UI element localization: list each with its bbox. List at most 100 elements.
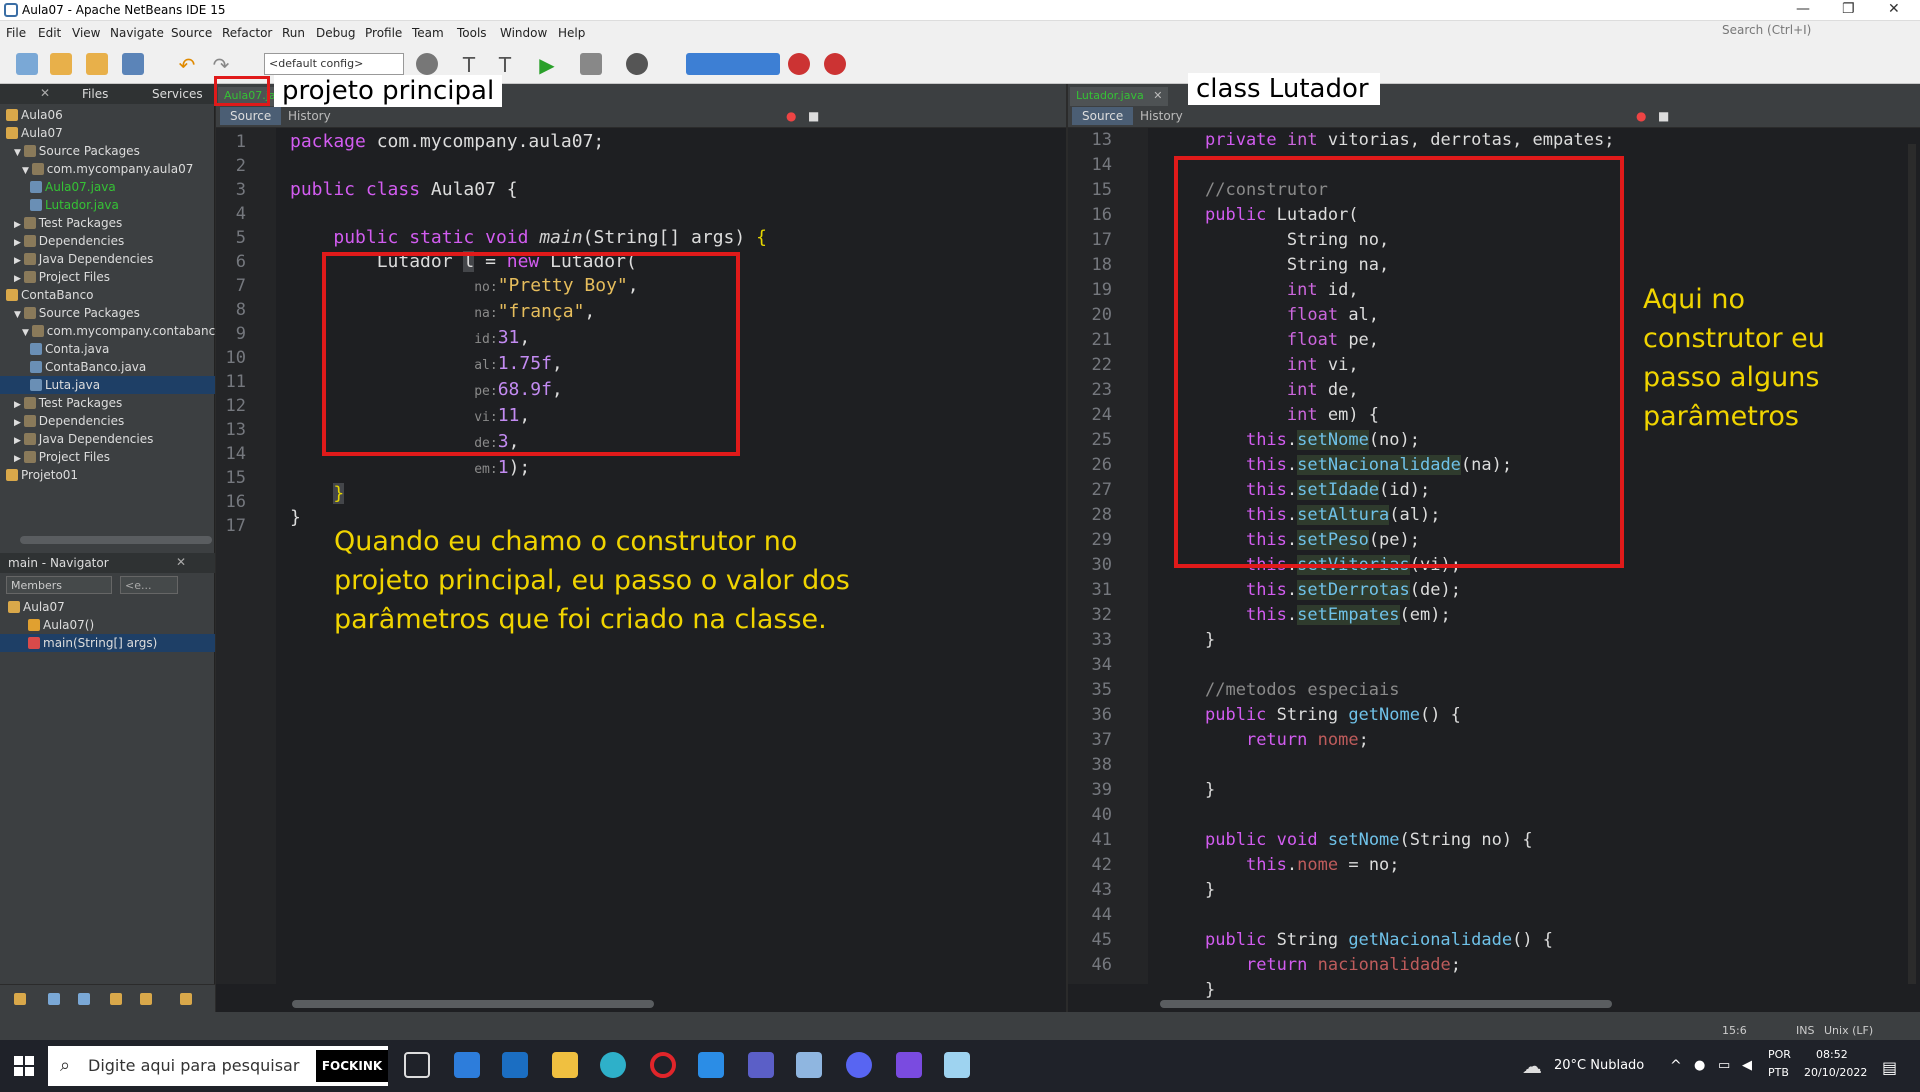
tree-item[interactable]: Aula07.java xyxy=(0,178,215,196)
edge-icon[interactable] xyxy=(600,1052,626,1078)
menu-navigate[interactable]: Navigate xyxy=(110,26,164,40)
netbeans-taskbar-icon[interactable] xyxy=(796,1052,822,1078)
expand-arrow-icon[interactable]: ▶ xyxy=(14,220,24,230)
store-icon[interactable] xyxy=(454,1052,480,1078)
tree-item[interactable]: ContaBanco xyxy=(0,286,215,304)
menu-source[interactable]: Source xyxy=(171,26,212,40)
static-icon[interactable] xyxy=(78,993,90,1005)
build-icon[interactable]: T xyxy=(458,53,480,77)
tree-item[interactable]: ▼ Source Packages xyxy=(0,304,215,322)
config-select[interactable]: <default config> xyxy=(264,53,404,75)
mic-icon[interactable]: ● xyxy=(1694,1058,1705,1073)
navigator-item[interactable]: Aula07() xyxy=(0,616,215,634)
minimize-icon[interactable]: — xyxy=(1796,1,1810,17)
clock-date[interactable]: 20/10/2022 xyxy=(1804,1066,1867,1079)
expand-arrow-icon[interactable]: ▼ xyxy=(14,148,24,158)
tray-chevron-icon[interactable]: ^ xyxy=(1670,1058,1682,1074)
tree-item[interactable]: Aula06 xyxy=(0,106,215,124)
menu-view[interactable]: View xyxy=(72,26,100,40)
menu-team[interactable]: Team xyxy=(412,26,444,40)
fockink-badge[interactable]: FOCKINK xyxy=(316,1050,388,1082)
weather-text[interactable]: 20°C Nublado xyxy=(1554,1058,1644,1073)
vscode-icon[interactable] xyxy=(698,1052,724,1078)
menu-debug[interactable]: Debug xyxy=(316,26,355,40)
tree-item[interactable]: ▶ Test Packages xyxy=(0,394,215,412)
sort-icon[interactable] xyxy=(180,993,192,1005)
app-icon[interactable] xyxy=(896,1052,922,1078)
clock-time[interactable]: 08:52 xyxy=(1816,1048,1848,1061)
memory-widget[interactable] xyxy=(686,53,780,75)
tree-item[interactable]: ▶ Dependencies xyxy=(0,232,215,250)
explorer-icon[interactable] xyxy=(552,1052,578,1078)
profile-icon[interactable] xyxy=(626,53,648,75)
undo-icon[interactable]: ↶ xyxy=(176,53,198,77)
members-select[interactable]: Members xyxy=(6,576,112,594)
maximize-icon[interactable]: ❐ xyxy=(1842,1,1855,17)
toggle-breakpoint-icon[interactable]: ● xyxy=(786,109,796,123)
expand-arrow-icon[interactable]: ▶ xyxy=(14,454,24,464)
run-icon[interactable]: ▶ xyxy=(536,53,558,77)
task-view-icon[interactable] xyxy=(404,1052,430,1078)
tree-item[interactable]: ▶ Project Files xyxy=(0,448,215,466)
expand-arrow-icon[interactable]: ▶ xyxy=(14,238,24,248)
expand-arrow-icon[interactable]: ▶ xyxy=(14,418,24,428)
inherited-icon[interactable] xyxy=(140,993,152,1005)
tree-item[interactable]: ▼ Source Packages xyxy=(0,142,215,160)
vscroll-right[interactable] xyxy=(1908,144,1916,984)
menu-run[interactable]: Run xyxy=(282,26,305,40)
opera-icon[interactable] xyxy=(650,1052,676,1078)
outlook-icon[interactable] xyxy=(502,1052,528,1078)
tree-item[interactable]: Projeto01 xyxy=(0,466,215,484)
history-tab-right[interactable]: History xyxy=(1140,109,1183,123)
navigator-item[interactable]: main(String[] args) xyxy=(0,634,215,652)
tree-item[interactable]: ▶ Java Dependencies xyxy=(0,430,215,448)
tab-services[interactable]: Services xyxy=(152,87,203,101)
menu-profile[interactable]: Profile xyxy=(365,26,402,40)
close-icon[interactable]: ✕ xyxy=(1888,1,1900,17)
discord-icon[interactable] xyxy=(846,1052,872,1078)
teams-icon[interactable] xyxy=(748,1052,774,1078)
save-all-icon[interactable] xyxy=(122,53,144,75)
tree-item[interactable]: ▶ Test Packages xyxy=(0,214,215,232)
new-project-icon[interactable] xyxy=(50,53,72,75)
notification-icon[interactable]: ▤ xyxy=(1882,1058,1897,1077)
tree-item[interactable]: Conta.java xyxy=(0,340,215,358)
menu-help[interactable]: Help xyxy=(558,26,585,40)
lang-line1[interactable]: POR xyxy=(1768,1048,1791,1061)
tree-item[interactable]: ▼ com.mycompany.aula07 xyxy=(0,160,215,178)
expand-arrow-icon[interactable]: ▶ xyxy=(14,436,24,446)
stop-gc-icon[interactable] xyxy=(788,53,810,75)
source-tab-right[interactable]: Source xyxy=(1072,107,1134,125)
menu-tools[interactable]: Tools xyxy=(457,26,487,40)
stop-macro-icon[interactable]: ■ xyxy=(1658,109,1669,123)
hscroll-left[interactable] xyxy=(292,1000,654,1008)
navigator-filter-select[interactable]: <e... xyxy=(120,576,178,594)
debug-icon[interactable] xyxy=(580,53,602,75)
source-tab-left[interactable]: Source xyxy=(220,107,282,125)
expand-arrow-icon[interactable]: ▶ xyxy=(14,274,24,284)
expand-arrow-icon[interactable]: ▼ xyxy=(14,310,24,320)
tree-item[interactable]: ▶ Dependencies xyxy=(0,412,215,430)
fields-icon[interactable] xyxy=(48,993,60,1005)
tab-files[interactable]: Files xyxy=(82,87,108,101)
navigator-item[interactable]: Aula07 xyxy=(0,598,215,616)
start-icon[interactable] xyxy=(14,1056,34,1076)
expand-arrow-icon[interactable]: ▶ xyxy=(14,400,24,410)
expand-arrow-icon[interactable]: ▼ xyxy=(22,166,32,176)
tree-item[interactable]: Luta.java xyxy=(0,376,215,394)
stop-macro-icon[interactable]: ■ xyxy=(808,109,819,123)
tree-item[interactable]: ContaBanco.java xyxy=(0,358,215,376)
menu-edit[interactable]: Edit xyxy=(38,26,61,40)
expand-arrow-icon[interactable]: ▼ xyxy=(22,328,32,338)
notepad-icon[interactable] xyxy=(944,1052,970,1078)
target-icon[interactable] xyxy=(416,53,438,75)
nonpublic-icon[interactable] xyxy=(110,993,122,1005)
tree-scrollbar[interactable] xyxy=(20,536,212,544)
open-project-icon[interactable] xyxy=(86,53,108,75)
network-icon[interactable]: ▭ xyxy=(1718,1058,1730,1073)
new-file-icon[interactable] xyxy=(16,53,38,75)
close-navigator-icon[interactable]: ✕ xyxy=(176,555,186,569)
tree-item[interactable]: ▼ com.mycompany.contabanco xyxy=(0,322,223,340)
redo-icon[interactable]: ↷ xyxy=(210,53,232,77)
close-tab-icon[interactable]: ✕ xyxy=(1153,89,1162,102)
